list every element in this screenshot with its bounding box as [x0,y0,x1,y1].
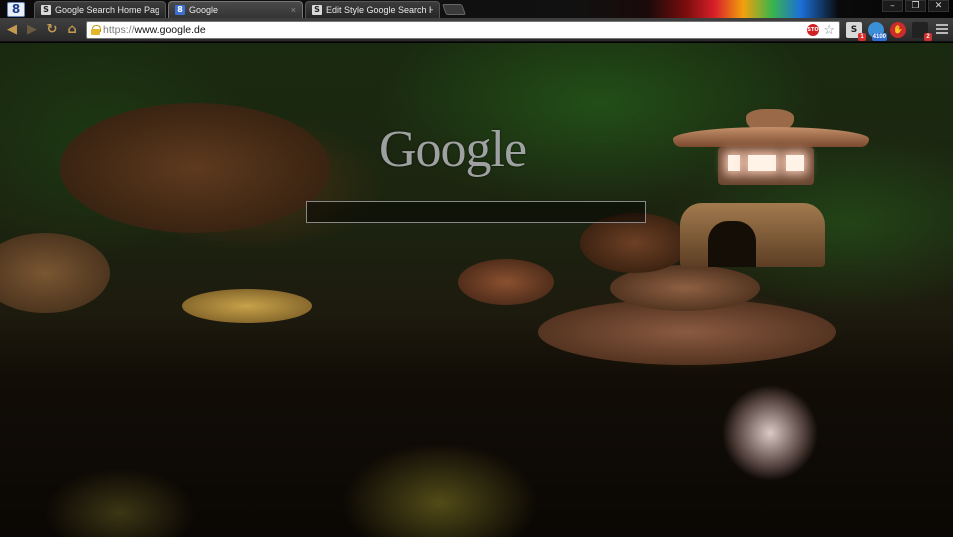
tab-edit-style[interactable]: S Edit Style Google Search H [305,1,440,18]
weather-extension-icon[interactable]: 4100 [868,22,887,41]
app-launcher-icon[interactable]: 8 [7,2,25,17]
stylish-favicon-icon: S [41,5,51,15]
window-controls: – ❐ ✕ [882,0,949,12]
stylish-favicon-icon: S [312,5,322,15]
url-host: www.google.de [134,24,206,36]
home-button[interactable]: ⌂ [64,22,80,38]
adblock-extension-icon[interactable]: ✋ [890,22,906,38]
close-tab-icon[interactable]: × [291,5,296,15]
tab-title: Edit Style Google Search H [326,5,433,15]
reload-button[interactable]: ↻ [44,22,60,38]
stylish-glyph: S [850,25,858,35]
stylish-extension-icon[interactable]: S 1 [846,22,866,41]
url-scheme: https:// [103,24,135,36]
tab-title: Google Search Home Pag [55,5,159,15]
restore-button[interactable]: ❐ [905,0,926,12]
tab-title: Google [189,5,219,15]
tab-google[interactable]: 8 Google × [168,1,303,18]
lantern-light [748,155,776,171]
forward-button[interactable]: ▶ [24,22,40,38]
tab-google-search-home[interactable]: S Google Search Home Pag [34,1,166,18]
mail-extension-icon[interactable]: 2 [912,22,932,41]
new-tab-button[interactable] [441,4,467,15]
stop-sign-icon[interactable]: STOP [807,24,822,36]
page-background [0,43,953,537]
menu-icon[interactable] [936,24,948,36]
google-logo: Google [379,121,527,178]
address-bar[interactable]: https:// www.google.de STOP ☆ [86,21,840,39]
extension-badge: 2 [924,33,932,41]
extension-badge: 1 [858,33,866,41]
extension-badge: 4100 [871,33,887,41]
minimize-button[interactable]: – [882,0,903,12]
back-button[interactable]: ◀ [4,22,20,38]
background-rock [458,259,554,305]
bookmark-star-icon[interactable]: ☆ [823,23,835,36]
browser-toolbar: ◀ ▶ ↻ ⌂ https:// www.google.de STOP ☆ S … [0,18,953,42]
search-input[interactable] [306,201,646,223]
lock-icon[interactable] [91,25,101,35]
background-rock [0,233,110,313]
lantern-roof [673,127,869,147]
background-rock [60,103,330,233]
lantern-light [786,155,804,171]
lantern-cap [746,109,794,129]
lantern-light [728,155,740,171]
tab-strip: 8 S Google Search Home Pag 8 Google × S … [0,0,953,18]
lantern-opening [708,221,756,267]
close-window-button[interactable]: ✕ [928,0,949,12]
background-rock [182,289,312,323]
google-favicon-icon: 8 [175,5,185,15]
